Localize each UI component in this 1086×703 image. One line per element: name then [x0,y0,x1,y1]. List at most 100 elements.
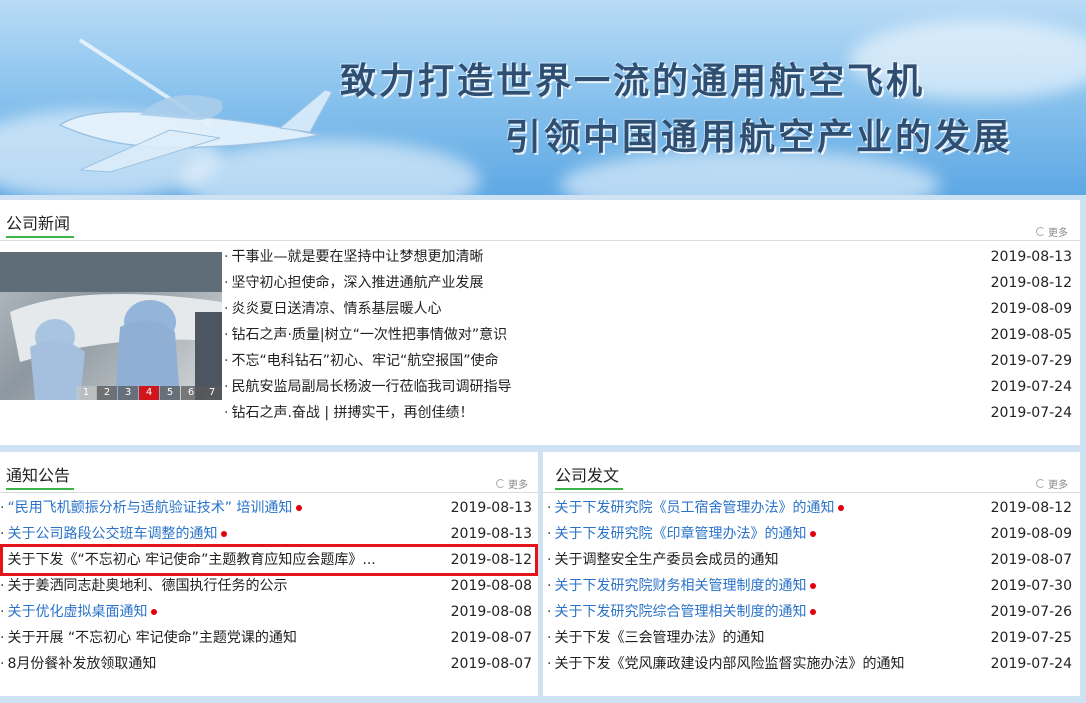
news-title[interactable]: 坚守初心担使命，深入推进通航产业发展 [231,275,483,291]
doc-title[interactable]: 关于下发研究院《员工宿舍管理办法》的通知 [554,500,834,516]
doc-date: 2019-08-12 [990,500,1072,516]
notice-date: 2019-08-08 [450,578,532,594]
header-banner: 致力打造世界一流的通用航空飞机 引领中国通用航空产业的发展 [0,0,1086,195]
list-item[interactable]: · 不忘“电科钻石”初心、牢记“航空报国”使命 2019-07-29 [224,348,1072,374]
list-item[interactable]: · 关于下发《三会管理办法》的通知 2019-07-25 [547,625,1072,651]
list-item[interactable]: · 干事业—就是要在坚持中让梦想更加清晰 2019-08-13 [224,244,1072,270]
more-label: 更多 [1048,228,1068,239]
doc-title[interactable]: 关于下发研究院综合管理相关制度的通知 [554,604,806,620]
news-date: 2019-08-12 [990,275,1072,291]
doc-date: 2019-07-25 [990,630,1072,646]
divider [543,492,1080,493]
notice-date: 2019-08-07 [450,656,532,672]
notice-title[interactable]: 关于姜洒同志赴奥地利、德国执行任务的公示 [7,578,287,594]
news-date: 2019-08-13 [990,249,1072,265]
pager-item-4[interactable]: 4 [139,386,159,400]
notice-title[interactable]: 关于下发《“不忘初心 牢记使命”主题教育应知应会题库》... [7,552,375,568]
refresh-icon [1036,227,1045,236]
notice-title[interactable]: 关于开展 “不忘初心 牢记使命”主题党课的通知 [7,630,296,646]
news-date: 2019-07-24 [990,379,1072,395]
doc-title[interactable]: 关于下发《三会管理办法》的通知 [554,630,764,646]
pager-item-1[interactable]: 1 [76,386,96,400]
news-title[interactable]: 民航安监局副局长杨波一行莅临我司调研指导 [231,379,511,395]
new-dot-icon [221,531,228,537]
doc-date: 2019-07-24 [990,656,1072,672]
news-date: 2019-07-24 [990,405,1072,421]
news-carousel-image[interactable]: 1 2 3 4 5 6 7 [0,252,222,400]
list-item[interactable]: · 关于下发《“不忘初心 牢记使命”主题教育应知应会题库》... 2019-08-1… [0,547,532,573]
list-item[interactable]: · 坚守初心担使命，深入推进通航产业发展 2019-08-12 [224,270,1072,296]
workers-photo [0,252,222,400]
pager-item-2[interactable]: 2 [97,386,117,400]
pager-item-5[interactable]: 5 [160,386,180,400]
title-underline [555,488,623,490]
new-dot-icon [810,609,817,615]
news-title[interactable]: 干事业—就是要在坚持中让梦想更加清晰 [231,249,483,265]
notices-panel: 通知公告 更多 · “民用飞机颤振分析与适航验证技术” 培训通知 2019-08-1… [0,452,538,696]
list-item[interactable]: · “民用飞机颤振分析与适航验证技术” 培训通知 2019-08-13 [0,495,532,521]
company-docs-more-link[interactable]: 更多 [1036,476,1068,491]
pager-item-6[interactable]: 6 [181,386,201,400]
news-date: 2019-08-09 [990,301,1072,317]
list-item[interactable]: · 关于下发研究院财务相关管理制度的通知 2019-07-30 [547,573,1072,599]
more-label: 更多 [508,480,528,491]
refresh-icon [496,479,505,488]
list-item[interactable]: · 8月份餐补发放领取通知 2019-08-07 [0,651,532,677]
divider [0,240,1080,241]
notice-date: 2019-08-08 [450,604,532,620]
news-title[interactable]: 钻石之声.奋战 | 拼搏实干，再创佳绩！ [231,405,473,421]
doc-date: 2019-07-30 [990,578,1072,594]
doc-title[interactable]: 关于调整安全生产委员会成员的通知 [554,552,778,568]
new-dot-icon [296,505,303,511]
news-title[interactable]: 炎炎夏日送清凉、情系基层暖人心 [231,301,441,317]
title-underline [6,236,74,238]
company-news-panel: 公司新闻 更多 1 2 3 4 5 6 7 · 干事业—就是要在坚持中让梦想更加清… [0,200,1080,445]
doc-title[interactable]: 关于下发研究院《印章管理办法》的通知 [554,526,806,542]
notice-date: 2019-08-07 [450,630,532,646]
doc-title[interactable]: 关于下发研究院财务相关管理制度的通知 [554,578,806,594]
list-item[interactable]: · 炎炎夏日送清凉、情系基层暖人心 2019-08-09 [224,296,1072,322]
notice-date: 2019-08-13 [450,500,532,516]
notice-title[interactable]: 关于优化虚拟桌面通知 [7,604,147,620]
pager-item-7[interactable]: 7 [202,386,222,400]
new-dot-icon [810,583,817,589]
airplane-illustration [58,38,333,173]
notices-more-link[interactable]: 更多 [496,476,528,491]
new-dot-icon [151,609,158,615]
banner-slogan-line2: 引领中国通用航空产业的发展 [505,117,1013,158]
news-date: 2019-08-05 [990,327,1072,343]
title-underline [6,488,74,490]
notice-title[interactable]: 关于公司路段公交班车调整的通知 [7,526,217,542]
list-item[interactable]: · 民航安监局副局长杨波一行莅临我司调研指导 2019-07-24 [224,374,1072,400]
news-title[interactable]: 钻石之声·质量|树立“一次性把事情做对”意识 [231,327,507,343]
banner-slogan-line1: 致力打造世界一流的通用航空飞机 [340,61,926,102]
doc-title[interactable]: 关于下发《党风廉政建设内部风险监督实施办法》的通知 [554,656,904,672]
notice-title[interactable]: 8月份餐补发放领取通知 [7,656,156,672]
list-item[interactable]: · 关于优化虚拟桌面通知 2019-08-08 [0,599,532,625]
list-item[interactable]: · 钻石之声.奋战 | 拼搏实干，再创佳绩！ 2019-07-24 [224,400,1072,426]
notices-title: 通知公告 [6,466,71,485]
list-item[interactable]: · 关于下发研究院《印章管理办法》的通知 2019-08-09 [547,521,1072,547]
notice-date: 2019-08-13 [450,526,532,542]
company-docs-title: 公司发文 [555,466,620,485]
notice-date: 2019-08-12 [450,552,532,568]
doc-date: 2019-08-09 [990,526,1072,542]
list-item[interactable]: · 关于公司路段公交班车调整的通知 2019-08-13 [0,521,532,547]
pager-item-3[interactable]: 3 [118,386,138,400]
company-news-more-link[interactable]: 更多 [1036,224,1068,239]
notice-title[interactable]: “民用飞机颤振分析与适航验证技术” 培训通知 [7,500,292,516]
list-item[interactable]: · 关于下发《党风廉政建设内部风险监督实施办法》的通知 2019-07-24 [547,651,1072,677]
list-item[interactable]: · 关于姜洒同志赴奥地利、德国执行任务的公示 2019-08-08 [0,573,532,599]
list-item[interactable]: · 关于调整安全生产委员会成员的通知 2019-08-07 [547,547,1072,573]
list-item[interactable]: · 关于开展 “不忘初心 牢记使命”主题党课的通知 2019-08-07 [0,625,532,651]
news-date: 2019-07-29 [990,353,1072,369]
news-title[interactable]: 不忘“电科钻石”初心、牢记“航空报国”使命 [231,353,498,369]
carousel-pager: 1 2 3 4 5 6 7 [75,386,222,400]
list-item[interactable]: · 关于下发研究院综合管理相关制度的通知 2019-07-26 [547,599,1072,625]
refresh-icon [1036,479,1045,488]
list-item[interactable]: · 关于下发研究院《员工宿舍管理办法》的通知 2019-08-12 [547,495,1072,521]
list-item[interactable]: · 钻石之声·质量|树立“一次性把事情做对”意识 2019-08-05 [224,322,1072,348]
divider [0,492,538,493]
doc-date: 2019-08-07 [990,552,1072,568]
new-dot-icon [838,505,845,511]
